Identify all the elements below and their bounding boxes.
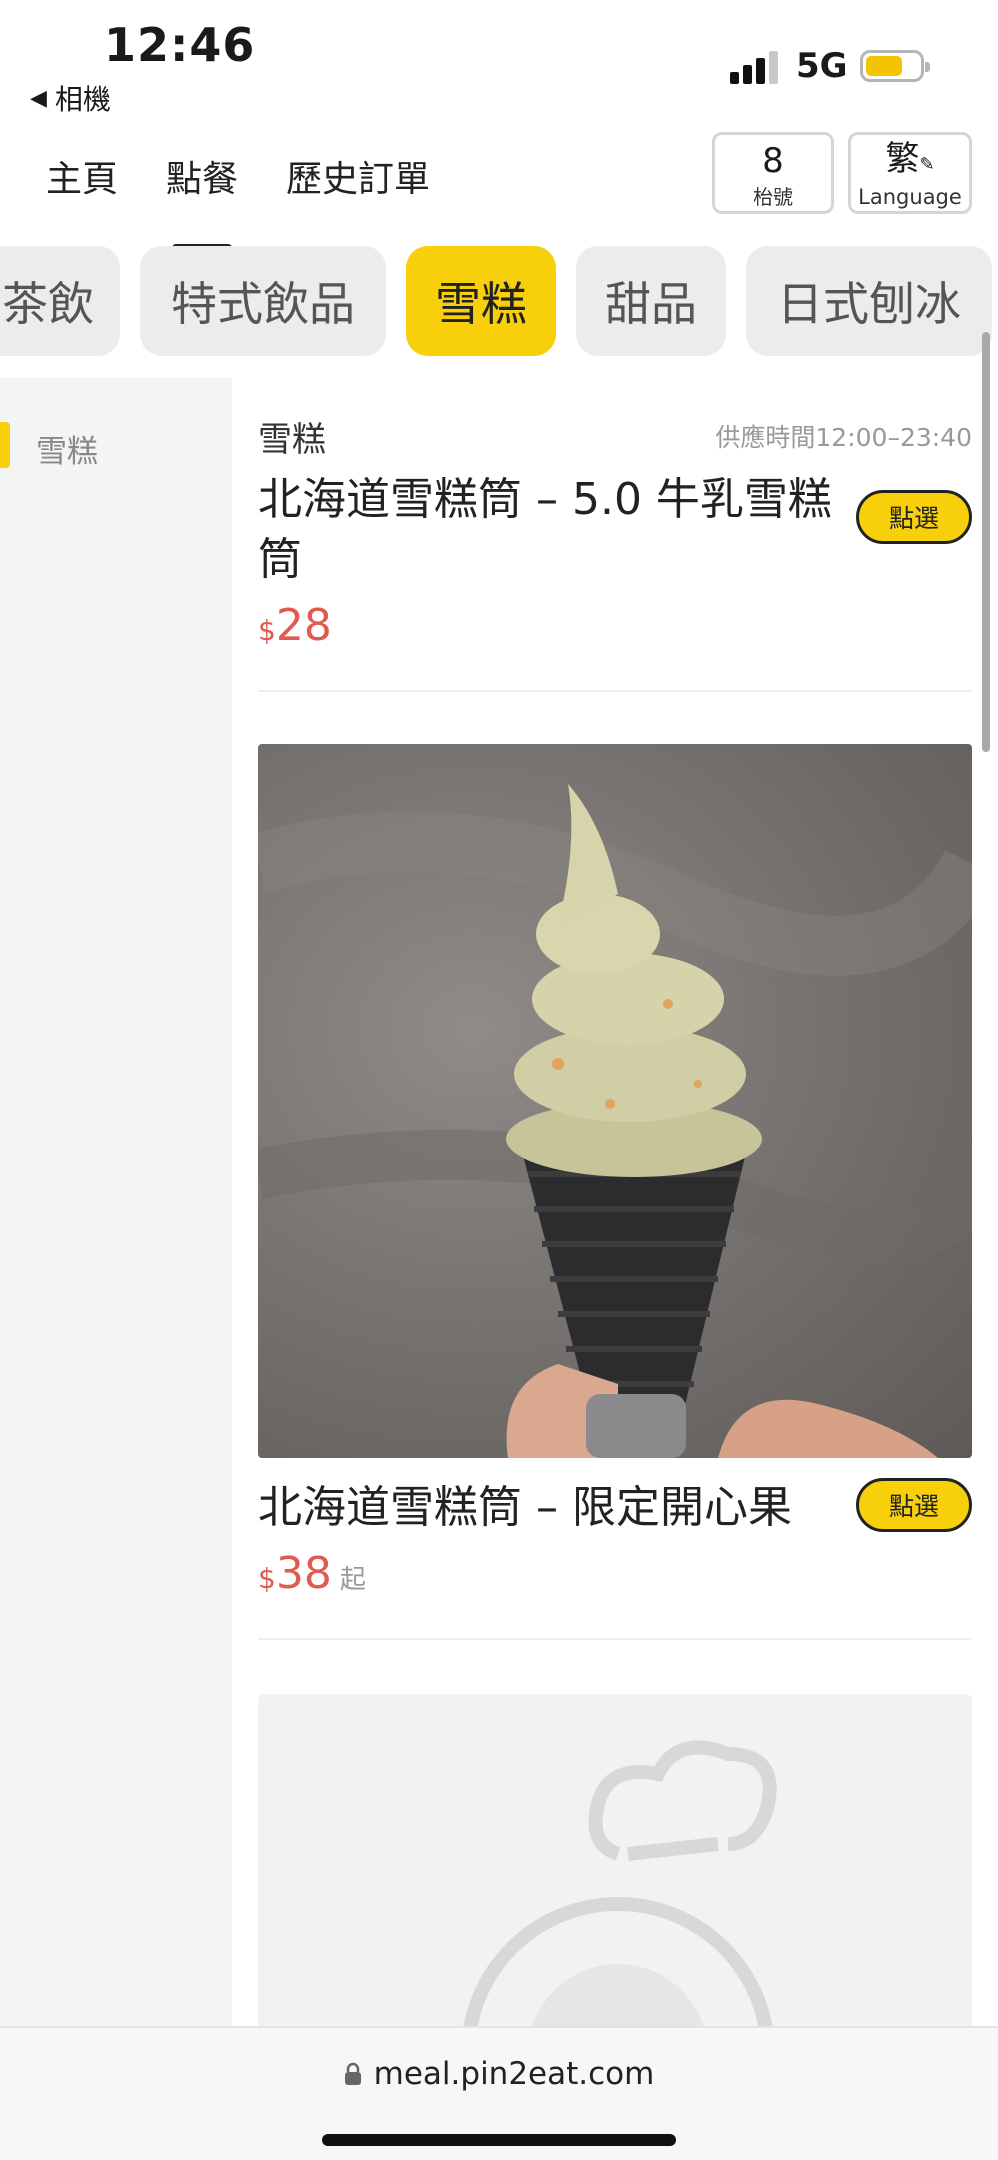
chip-ice-cream[interactable]: 雪糕 bbox=[406, 246, 556, 356]
language-label: Language bbox=[858, 185, 962, 209]
top-nav: 主頁 點餐 歷史訂單 8 枱號 繁✎ Language bbox=[0, 120, 998, 252]
tab-home[interactable]: 主頁 bbox=[46, 150, 118, 202]
back-to-app-link[interactable]: ◀ 相機 bbox=[30, 78, 111, 118]
language-char: 繁 bbox=[885, 139, 920, 179]
select-button[interactable]: 點選 bbox=[856, 1478, 972, 1532]
item-name: 北海道雪糕筒 – 5.0 牛乳雪糕筒 bbox=[258, 474, 832, 585]
chip-special-drinks[interactable]: 特式飲品 bbox=[140, 246, 386, 356]
serve-time: 供應時間12:00–23:40 bbox=[715, 423, 972, 452]
table-number: 8 bbox=[762, 141, 784, 181]
signal-icon bbox=[730, 50, 782, 84]
price-value: 38 bbox=[275, 1548, 332, 1599]
divider bbox=[258, 690, 972, 692]
sidebar-item-label: 雪糕 bbox=[36, 434, 98, 470]
item-price: $38 起 bbox=[258, 1548, 972, 1599]
network-type: 5G bbox=[796, 46, 848, 86]
item-photo-pistachio-cone[interactable] bbox=[258, 744, 972, 1458]
price-value: 28 bbox=[275, 600, 332, 651]
chip-tea[interactable]: 茶飲 bbox=[0, 246, 120, 356]
lock-icon bbox=[344, 2062, 361, 2085]
menu-content: 雪糕 供應時間12:00–23:40 北海道雪糕筒 – 5.0 牛乳雪糕筒 $2… bbox=[232, 378, 998, 2028]
url-text: meal.pin2eat.com bbox=[373, 2056, 655, 2092]
status-time: 12:46 bbox=[104, 18, 256, 72]
active-indicator bbox=[0, 422, 10, 468]
browser-bar: meal.pin2eat.com bbox=[0, 2026, 998, 2160]
menu-item: 北海道雪糕筒 – 5.0 牛乳雪糕筒 $28 點選 bbox=[258, 470, 972, 651]
back-triangle-icon: ◀ bbox=[30, 85, 47, 111]
item-photo-placeholder[interactable] bbox=[258, 1694, 972, 2028]
category-sidebar: 雪糕 bbox=[0, 378, 232, 2028]
chip-desserts[interactable]: 甜品 bbox=[576, 246, 726, 356]
chip-shaved-ice[interactable]: 日式刨冰 bbox=[746, 246, 992, 356]
section-title: 雪糕 bbox=[258, 420, 326, 460]
select-button[interactable]: 點選 bbox=[856, 490, 972, 544]
table-number-label: 枱號 bbox=[753, 185, 793, 209]
sidebar-item-ice-cream[interactable]: 雪糕 bbox=[0, 416, 232, 476]
item-name: 北海道雪糕筒 – 限定開心果 bbox=[258, 1482, 792, 1533]
language-button[interactable]: 繁✎ Language bbox=[848, 132, 972, 214]
ice-cream-cone-image bbox=[258, 784, 972, 1458]
battery-icon bbox=[860, 50, 930, 82]
home-indicator[interactable] bbox=[322, 2134, 676, 2146]
chef-hat-logo-icon bbox=[463, 1740, 777, 2028]
address-bar[interactable]: meal.pin2eat.com bbox=[0, 2056, 998, 2092]
price-from-label: 起 bbox=[339, 1565, 366, 1595]
pencil-icon: ✎ bbox=[919, 154, 935, 175]
currency-symbol: $ bbox=[258, 614, 276, 647]
status-bar: 12:46 ◀ 相機 5G bbox=[0, 0, 998, 120]
scrollbar[interactable] bbox=[982, 332, 990, 752]
divider bbox=[258, 1638, 972, 1640]
item-price: $28 bbox=[258, 600, 972, 651]
table-number-box[interactable]: 8 枱號 bbox=[712, 132, 834, 214]
menu-item: 北海道雪糕筒 – 限定開心果 $38 起 點選 bbox=[258, 1478, 972, 1599]
tab-order-history[interactable]: 歷史訂單 bbox=[286, 150, 430, 202]
category-chips: 茶飲 特式飲品 雪糕 甜品 日式刨冰 bbox=[0, 246, 998, 358]
tab-order[interactable]: 點餐 bbox=[166, 150, 238, 252]
section-header: 雪糕 供應時間12:00–23:40 bbox=[258, 412, 972, 462]
currency-symbol: $ bbox=[258, 1562, 276, 1595]
back-app-label: 相機 bbox=[54, 83, 111, 116]
